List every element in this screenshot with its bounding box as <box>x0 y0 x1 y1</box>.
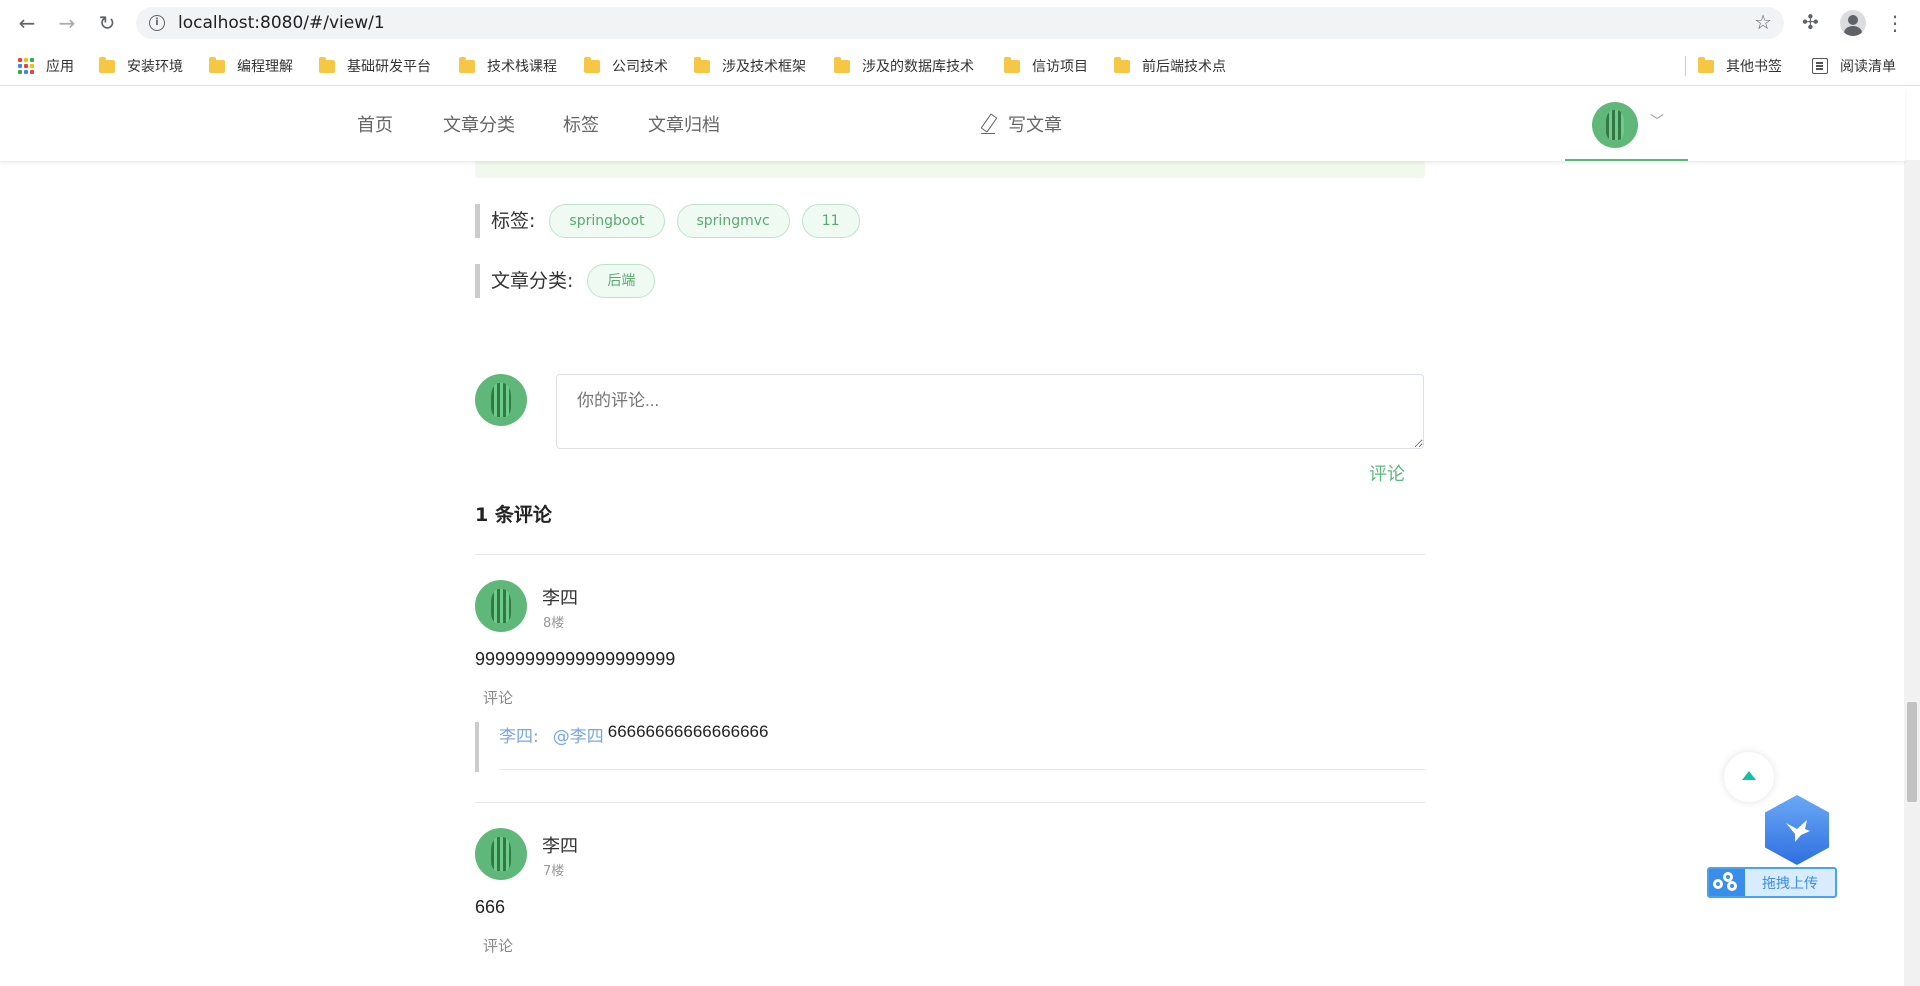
bookmark-label: 安装环境 <box>127 59 183 75</box>
bookmark-star-icon[interactable]: ☆ <box>1754 10 1772 34</box>
page-scrollbar[interactable] <box>1904 160 1920 986</box>
bookmark-label: 技术栈课程 <box>487 59 557 75</box>
article-tags-row: 标签: springboot springmvc 11 <box>475 204 872 238</box>
bookmark-apps[interactable]: 应用 <box>18 55 74 77</box>
comment-reply: 李四: @李四 66666666666666666 <box>475 722 1425 772</box>
category-chip[interactable]: 后端 <box>587 264 656 298</box>
bookmark-folder[interactable]: 公司技术 <box>584 55 668 77</box>
nav-tags[interactable]: 标签 <box>563 111 599 137</box>
address-bar-url[interactable]: localhost:8080/#/view/1 <box>178 13 385 33</box>
comment-reply-button[interactable]: 评论 <box>483 687 513 708</box>
folder-icon <box>584 56 600 73</box>
comment-textarea[interactable] <box>556 374 1424 449</box>
bird-logo-icon <box>1765 795 1829 865</box>
back-arrow-icon[interactable]: ← <box>15 11 39 35</box>
browser-profile-icon[interactable] <box>1840 10 1866 36</box>
category-label: 文章分类: <box>475 264 573 298</box>
reading-list-label: 阅读清单 <box>1840 59 1896 75</box>
comment-author-name: 李四 <box>542 836 578 857</box>
folder-icon <box>834 56 850 73</box>
reply-line: 李四: @李四 66666666666666666 <box>499 722 768 747</box>
bookmarks-separator <box>1685 56 1686 76</box>
bookmark-folder[interactable]: 编程理解 <box>209 55 293 77</box>
folder-icon <box>459 56 475 73</box>
drag-upload-button[interactable]: 拖拽上传 <box>1707 867 1837 898</box>
bookmark-label: 公司技术 <box>612 59 668 75</box>
submit-comment-button[interactable]: 评论 <box>1369 460 1405 486</box>
bookmark-other[interactable]: 其他书签 <box>1698 55 1782 77</box>
site-header: 首页 文章分类 标签 文章归档 写文章 ﹀ <box>0 87 1905 161</box>
comment-author-name: 李四 <box>542 588 578 609</box>
browser-toolbar: ← → ↻ i localhost:8080/#/view/1 ☆ ✣ ⋮ <box>0 0 1920 46</box>
comment-reply-button[interactable]: 评论 <box>483 935 513 956</box>
drag-upload-widget[interactable]: 拖拽上传 <box>1707 795 1837 900</box>
folder-icon <box>99 56 115 73</box>
article-footer-strip <box>475 160 1425 178</box>
apps-grid-icon <box>18 58 34 74</box>
bookmark-folder[interactable]: 技术栈课程 <box>459 55 557 77</box>
bookmark-folder[interactable]: 涉及的数据库技术 <box>834 55 974 77</box>
folder-icon <box>694 56 710 73</box>
address-bar[interactable]: i localhost:8080/#/view/1 ☆ <box>136 7 1784 39</box>
folder-icon <box>209 56 225 73</box>
forward-arrow-icon[interactable]: → <box>55 11 79 35</box>
write-article-label: 写文章 <box>1008 115 1062 136</box>
reload-icon[interactable]: ↻ <box>95 11 119 35</box>
article-category-row: 文章分类: 后端 <box>475 264 667 298</box>
cloud-icon <box>1709 869 1745 896</box>
reply-mention[interactable]: @李四 <box>553 722 604 747</box>
nav-archive[interactable]: 文章归档 <box>648 111 720 137</box>
bookmark-folder[interactable]: 安装环境 <box>99 55 183 77</box>
comment-author-avatar <box>475 580 527 632</box>
reading-list[interactable]: 阅读清单 <box>1812 55 1896 77</box>
folder-icon <box>319 56 335 73</box>
tags-label: 标签: <box>475 204 535 238</box>
user-menu[interactable]: ﹀ <box>1565 87 1688 161</box>
divider <box>475 554 1425 555</box>
bookmark-label: 信访项目 <box>1032 59 1088 75</box>
bookmark-folder[interactable]: 基础研发平台 <box>319 55 431 77</box>
tag-chip[interactable]: 11 <box>801 204 860 238</box>
folder-icon <box>1698 56 1714 73</box>
drag-upload-label: 拖拽上传 <box>1762 875 1818 892</box>
reply-author[interactable]: 李四: <box>499 722 539 747</box>
comment-floor: 8楼 <box>543 616 565 631</box>
chevron-down-icon[interactable]: ﹀ <box>1650 111 1664 131</box>
bookmark-folder[interactable]: 涉及技术框架 <box>694 55 806 77</box>
browser-menu-icon[interactable]: ⋮ <box>1885 11 1905 35</box>
bird-icon <box>1786 820 1810 842</box>
bookmark-folder[interactable]: 前后端技术点 <box>1114 55 1226 77</box>
folder-icon <box>1114 56 1130 73</box>
reply-content: 66666666666666666 <box>607 722 769 741</box>
bookmark-folder[interactable]: 信访项目 <box>1004 55 1088 77</box>
pencil-icon <box>978 114 998 134</box>
bookmark-label: 涉及的数据库技术 <box>862 59 974 75</box>
bookmark-label: 基础研发平台 <box>347 59 431 75</box>
tag-chip[interactable]: springboot <box>549 204 665 238</box>
bookmark-label: 编程理解 <box>237 59 293 75</box>
nav-categories[interactable]: 文章分类 <box>443 111 515 137</box>
divider <box>475 802 1425 803</box>
site-info-icon[interactable]: i <box>149 15 165 31</box>
extensions-puzzle-icon[interactable]: ✣ <box>1802 10 1819 34</box>
divider <box>499 769 1425 770</box>
tag-chip[interactable]: springmvc <box>676 204 790 238</box>
bookmark-label: 其他书签 <box>1726 59 1782 75</box>
bookmark-label: 涉及技术框架 <box>722 59 806 75</box>
write-article-link[interactable]: 写文章 <box>978 111 1062 137</box>
comment-author-avatar <box>475 828 527 880</box>
current-user-avatar <box>475 374 527 426</box>
nav-home[interactable]: 首页 <box>357 111 393 137</box>
comment-floor: 7楼 <box>543 864 565 879</box>
bookmarks-bar: 应用 安装环境 编程理解 基础研发平台 技术栈课程 公司技术 涉及技术框架 涉及… <box>0 46 1920 86</box>
reading-list-icon <box>1812 58 1828 74</box>
bookmark-label: 应用 <box>46 59 74 75</box>
user-avatar[interactable] <box>1592 102 1638 148</box>
bookmark-label: 前后端技术点 <box>1142 59 1226 75</box>
comment-content: 99999999999999999999 <box>475 649 676 669</box>
comment-content: 666 <box>475 897 506 917</box>
folder-icon <box>1004 56 1020 73</box>
comments-count-title: 1 条评论 <box>475 504 552 526</box>
scrollbar-thumb[interactable] <box>1907 702 1917 802</box>
